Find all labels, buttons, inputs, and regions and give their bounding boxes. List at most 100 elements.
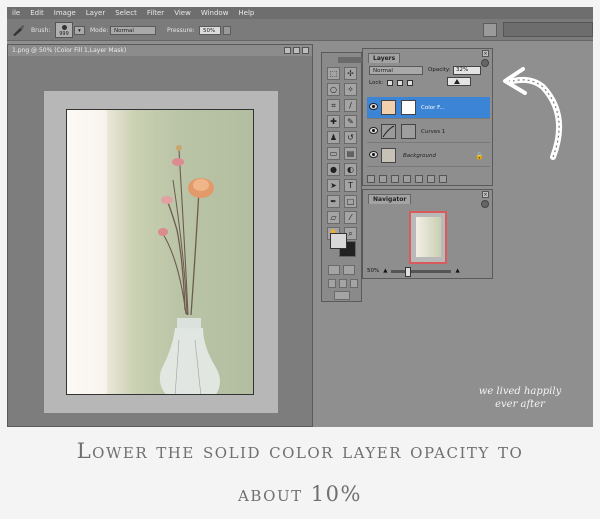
watermark: we lived happily ever after [455, 385, 585, 411]
eraser-tool-icon[interactable]: ▭ [327, 147, 340, 160]
minimize-icon[interactable] [284, 47, 291, 54]
navigator-panel: Navigator × 50% ▲ ▲ [362, 189, 493, 279]
move-tool-icon[interactable]: ✢ [344, 67, 357, 80]
link-layers-icon[interactable] [367, 175, 375, 183]
pen-tool-icon[interactable]: ✒ [327, 195, 340, 208]
pressure-label: Pressure: [167, 26, 195, 34]
navigator-tab[interactable]: Navigator [368, 194, 412, 204]
document-title: 1.png @ 50% (Color Fill 1,Layer Mask) [8, 45, 312, 56]
dodge-tool-icon[interactable]: ◐ [344, 163, 357, 176]
layer-style-icon[interactable] [379, 175, 387, 183]
shape-tool-icon[interactable]: □ [344, 195, 357, 208]
maximize-icon[interactable] [293, 47, 300, 54]
lock-row: Lock: [369, 80, 414, 86]
path-selection-tool-icon[interactable]: ➤ [327, 179, 340, 192]
crop-tool-icon[interactable]: ⌗ [327, 99, 340, 112]
panel-close-icon[interactable]: × [482, 50, 489, 57]
brush-size-value: 999 [59, 31, 69, 37]
close-icon[interactable] [302, 47, 309, 54]
brush-tool-icon[interactable]: ✎ [344, 115, 357, 128]
zoom-slider[interactable] [391, 266, 452, 277]
layers-tab[interactable]: Layers [368, 53, 401, 63]
menu-window[interactable]: Window [196, 9, 234, 17]
layer-row-curves[interactable]: Curves 1 [367, 121, 490, 143]
magic-wand-tool-icon[interactable]: ✧ [344, 83, 357, 96]
color-fill-thumbnail[interactable] [381, 100, 396, 115]
zoom-out-icon[interactable]: ▲ [383, 268, 387, 274]
opacity-slider-thumb[interactable] [454, 79, 460, 84]
visibility-eye-icon[interactable] [369, 103, 378, 110]
blur-tool-icon[interactable]: ● [327, 163, 340, 176]
layer-name: Background [403, 153, 436, 159]
layer-mask-thumbnail[interactable] [401, 100, 416, 115]
menu-view[interactable]: View [169, 9, 196, 17]
adjustment-layer-icon[interactable] [415, 175, 423, 183]
layer-mask-thumbnail[interactable] [401, 124, 416, 139]
trash-icon[interactable] [439, 175, 447, 183]
menu-image[interactable]: Image [49, 9, 81, 17]
new-group-icon[interactable] [403, 175, 411, 183]
gradient-tool-icon[interactable]: ▤ [344, 147, 357, 160]
menu-file[interactable]: ile [7, 9, 25, 17]
airbrush-icon[interactable] [483, 23, 497, 37]
zoom-value[interactable]: 50% [367, 268, 379, 274]
foreground-color-swatch[interactable] [330, 233, 347, 249]
opacity-slider[interactable] [447, 77, 471, 86]
history-brush-tool-icon[interactable]: ↺ [344, 131, 357, 144]
background-thumbnail[interactable] [381, 148, 396, 163]
menu-select[interactable]: Select [110, 9, 142, 17]
standard-mode-icon[interactable] [328, 265, 340, 275]
chevron-down-icon[interactable]: ▾ [74, 25, 85, 35]
clone-stamp-tool-icon[interactable]: ♟ [327, 131, 340, 144]
lock-position-checkbox[interactable] [407, 80, 414, 86]
canvas-photo[interactable] [66, 109, 254, 395]
screen-mode-standard-icon[interactable] [328, 279, 336, 288]
menu-help[interactable]: Help [233, 9, 259, 17]
layer-name: Curves 1 [421, 129, 446, 135]
options-bar: Brush: 999 ▾ Mode: Normal Pressure: 50% [7, 19, 593, 41]
panel-menu-icon[interactable] [481, 59, 489, 67]
quick-mask-icon[interactable] [343, 265, 355, 275]
layer-row-background[interactable]: Background 🔒 [367, 145, 490, 167]
brush-preset-picker[interactable]: 999 [55, 22, 73, 38]
slice-tool-icon[interactable]: / [344, 99, 357, 112]
blend-mode-select[interactable]: Normal [369, 66, 423, 75]
brush-tool-icon[interactable] [11, 19, 25, 41]
jump-to-imageready-icon[interactable] [334, 291, 350, 300]
visibility-eye-icon[interactable] [369, 151, 378, 158]
mode-label: Mode: [90, 26, 109, 34]
lock-transparency-checkbox[interactable] [387, 80, 394, 86]
panel-menu-icon[interactable] [481, 200, 489, 208]
visibility-eye-icon[interactable] [369, 127, 378, 134]
lasso-tool-icon[interactable]: ○ [327, 83, 340, 96]
pressure-arrow-icon[interactable] [223, 25, 231, 35]
add-mask-icon[interactable] [391, 175, 399, 183]
screen-mode-full-icon[interactable] [350, 279, 358, 288]
panel-close-icon[interactable]: × [482, 191, 489, 198]
eyedropper-tool-icon[interactable]: ⁄ [344, 211, 357, 224]
watermark-line-2: ever after [495, 399, 545, 410]
menu-edit[interactable]: Edit [25, 9, 49, 17]
layer-name: Color F... [421, 105, 445, 111]
marquee-tool-icon[interactable]: ⬚ [327, 67, 340, 80]
navigator-preview[interactable] [409, 211, 447, 264]
type-tool-icon[interactable]: T [344, 179, 357, 192]
notes-tool-icon[interactable]: ▱ [327, 211, 340, 224]
caption: Lower the solid color layer opacity to a… [0, 427, 600, 519]
palette-well[interactable] [503, 22, 593, 37]
opacity-input[interactable]: 32% [453, 66, 481, 75]
lock-pixels-checkbox[interactable] [397, 80, 404, 86]
screen-mode-menu-icon[interactable] [339, 279, 347, 288]
menu-layer[interactable]: Layer [81, 9, 111, 17]
color-swatches[interactable] [330, 233, 356, 257]
healing-brush-tool-icon[interactable]: ✚ [327, 115, 340, 128]
curves-thumbnail[interactable] [381, 124, 396, 139]
navigator-footer: 50% ▲ ▲ [367, 266, 490, 277]
menu-filter[interactable]: Filter [142, 9, 169, 17]
photoshop-screenshot: ile Edit Image Layer Select Filter View … [7, 7, 593, 427]
mode-select[interactable]: Normal [110, 25, 156, 35]
pressure-input[interactable]: 50% [199, 25, 221, 35]
zoom-in-icon[interactable]: ▲ [455, 268, 459, 274]
layer-row-color-fill[interactable]: Color F... [367, 97, 490, 119]
new-layer-icon[interactable] [427, 175, 435, 183]
